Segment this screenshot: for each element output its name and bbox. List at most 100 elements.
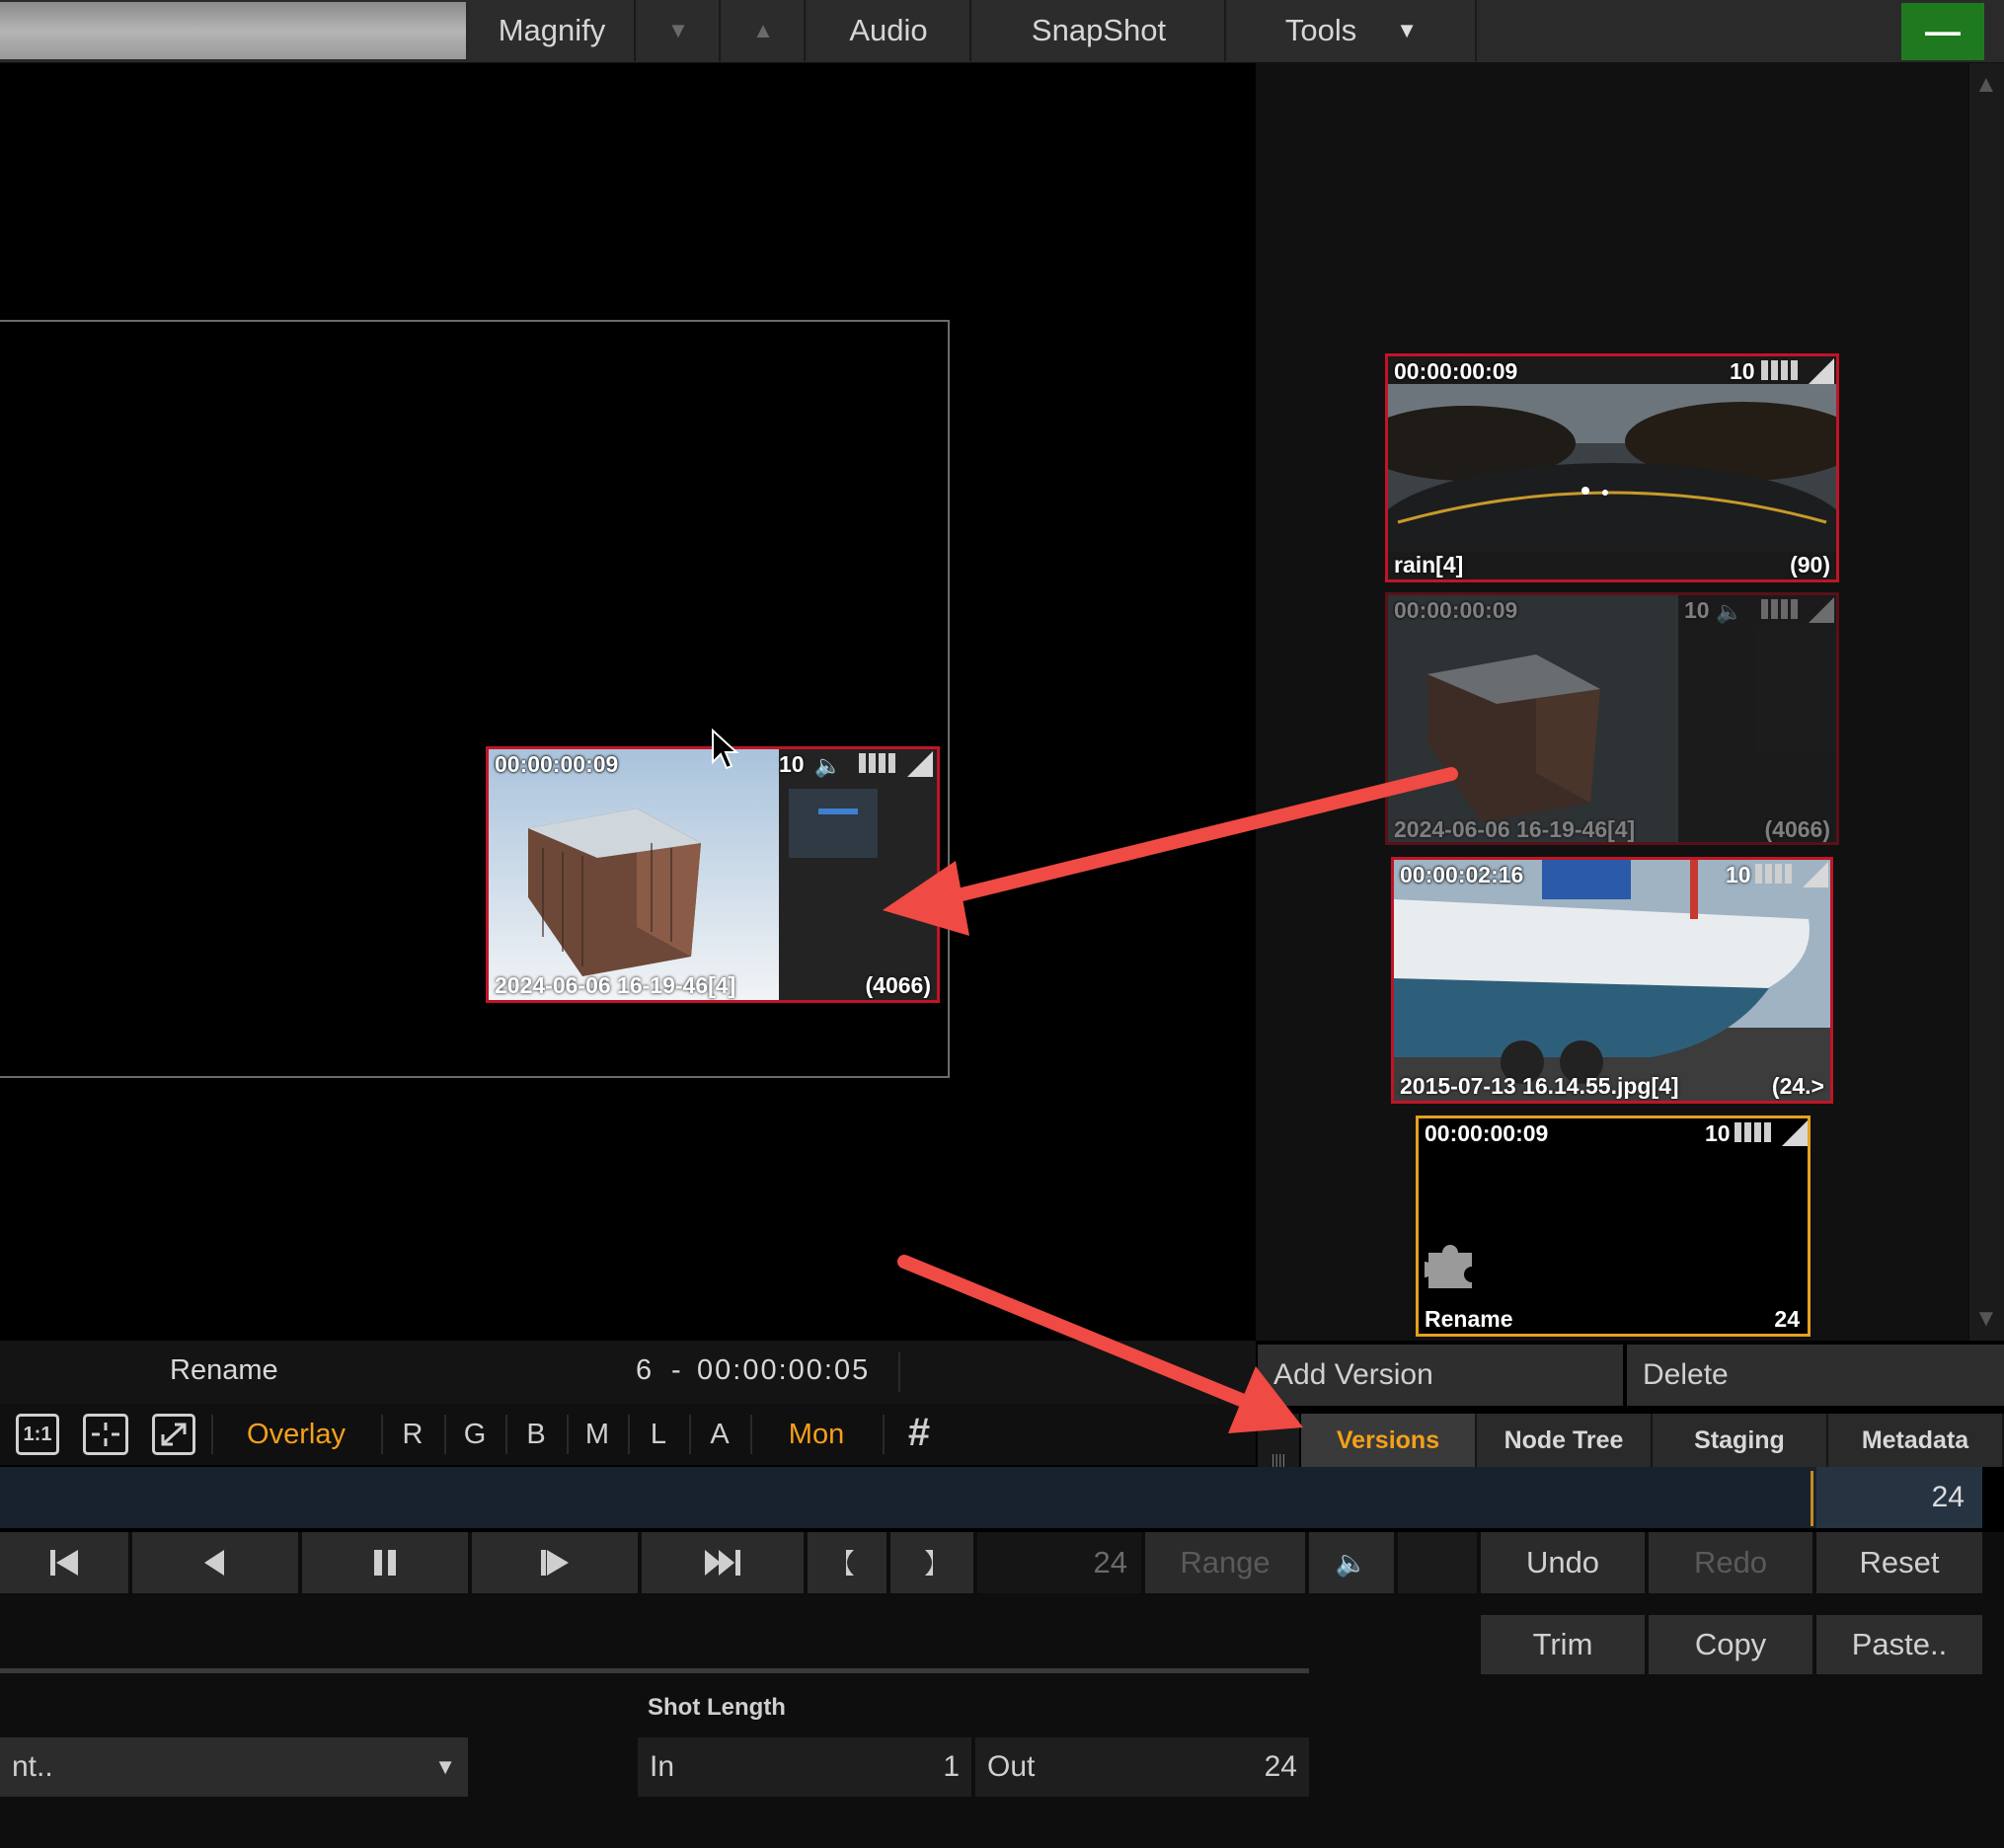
divider [505, 1415, 507, 1454]
audio-button[interactable]: Audio [808, 0, 971, 61]
tab-label: Staging [1694, 1425, 1785, 1454]
channel-g-button[interactable]: G [455, 1412, 495, 1457]
paste-button[interactable]: Paste.. [1816, 1615, 1982, 1674]
step-back-button[interactable] [132, 1532, 298, 1593]
tools-menu-button[interactable]: Tools ▼ [1228, 0, 1477, 61]
version-card[interactable]: 00:00:00:09 10 rain[4] (90) [1385, 353, 1839, 582]
up-arrow-icon: ▲ [752, 18, 774, 42]
skip-end-icon [705, 1550, 740, 1576]
timeline-bar[interactable] [0, 1467, 1816, 1528]
delete-button[interactable]: Delete [1627, 1345, 2004, 1406]
version-card[interactable]: 00:00:02:16 10 2015-07-13 16.14.55.jpg[4… [1391, 857, 1833, 1104]
channel-label: L [650, 1418, 667, 1450]
overlay-toggle[interactable]: Overlay [237, 1412, 355, 1457]
channel-m-button[interactable]: M [578, 1412, 617, 1457]
drag-handle-icon[interactable]: |||| [1258, 1414, 1299, 1467]
go-to-start-button[interactable] [0, 1532, 128, 1593]
add-version-button[interactable]: Add Version [1258, 1345, 1623, 1406]
snapshot-button[interactable]: SnapShot [973, 0, 1226, 61]
undo-button[interactable]: Undo [1481, 1532, 1645, 1593]
divider [628, 1415, 630, 1454]
corner-flag-icon [1803, 862, 1828, 887]
range-button[interactable]: Range [1145, 1532, 1305, 1593]
playhead[interactable] [1811, 1471, 1813, 1526]
scroll-up-button[interactable]: ▲ [723, 0, 806, 61]
trim-label: Trim [1532, 1627, 1593, 1661]
copy-label: Copy [1694, 1627, 1767, 1661]
tab-versions[interactable]: Versions [1301, 1414, 1477, 1467]
in-label: In [650, 1750, 675, 1783]
ui-screenshot-image [1678, 595, 1836, 842]
fullscreen-icon[interactable] [152, 1414, 195, 1455]
scroll-up-icon[interactable]: ▲ [1974, 71, 1998, 99]
scroll-down-icon[interactable]: ▼ [1974, 1305, 1998, 1333]
dragged-clip-thumbnail[interactable]: 00:00:00:09 10 🔈 2024-06-06 16-19-46[4] … [486, 746, 940, 1003]
out-field[interactable]: Out 24 [975, 1737, 1309, 1797]
minimize-button[interactable]: — [1901, 3, 1984, 60]
clip-count: (4066) [865, 972, 931, 998]
version-card[interactable]: 00:00:00:09 10 🔈 2024-06-06 16-19-46[4] … [1385, 592, 1839, 845]
audio-mute-button[interactable]: 🔈 [1309, 1532, 1394, 1593]
version-count: 24 [1774, 1306, 1800, 1332]
mark-out-button[interactable] [890, 1532, 973, 1593]
version-timecode: 00:00:00:09 [1425, 1120, 1549, 1146]
version-count: (4066) [1764, 816, 1830, 842]
divider [567, 1415, 569, 1454]
shot-number: 6 [636, 1354, 653, 1386]
pause-button[interactable] [302, 1532, 468, 1593]
snapshot-label: SnapShot [1031, 13, 1167, 47]
mark-in-button[interactable] [808, 1532, 886, 1593]
out-label: Out [987, 1750, 1036, 1783]
version-count: (90) [1790, 552, 1830, 578]
go-to-end-button[interactable] [642, 1532, 804, 1593]
panel-scrollbar[interactable] [1968, 63, 2004, 1341]
redo-button[interactable]: Redo [1649, 1532, 1812, 1593]
monitor-toggle[interactable]: Mon [770, 1412, 863, 1457]
grid-symbol: # [907, 1410, 931, 1454]
tab-label: Node Tree [1503, 1425, 1624, 1454]
trim-button[interactable]: Trim [1481, 1615, 1645, 1674]
building-image [489, 749, 779, 1000]
fit-frame-icon[interactable] [83, 1414, 128, 1455]
mouse-cursor-icon [712, 729, 739, 770]
corner-flag-icon [1809, 597, 1834, 623]
pause-icon [374, 1550, 396, 1576]
channel-r-button[interactable]: R [393, 1412, 432, 1457]
step-forward-button[interactable] [472, 1532, 638, 1593]
version-ten: 10 [1726, 862, 1751, 887]
tab-node-tree[interactable]: Node Tree [1477, 1414, 1653, 1467]
magnify-button[interactable]: Magnify [470, 0, 636, 61]
reset-button[interactable]: Reset [1816, 1532, 1982, 1593]
one-to-one-button[interactable]: 1:1 [16, 1414, 59, 1455]
corner-flag-icon [1782, 1120, 1808, 1146]
in-field[interactable]: In 1 [638, 1737, 971, 1797]
one-to-one-label: 1:1 [23, 1423, 52, 1445]
tab-metadata[interactable]: Metadata [1828, 1414, 2004, 1467]
level-bars-icon [1734, 1122, 1771, 1142]
version-count: (24.> [1771, 1073, 1824, 1099]
puzzle-piece-icon [1425, 1245, 1472, 1288]
redo-label: Redo [1693, 1545, 1768, 1579]
channel-a-button[interactable]: A [700, 1412, 739, 1457]
undo-label: Undo [1525, 1545, 1600, 1579]
paste-label: Paste.. [1851, 1627, 1948, 1661]
channel-l-button[interactable]: L [639, 1412, 678, 1457]
scroll-down-button[interactable]: ▼ [638, 0, 721, 61]
version-card-selected[interactable]: 00:00:00:09 10 Rename 24 [1416, 1116, 1811, 1337]
frame-field[interactable]: 24 [977, 1532, 1141, 1593]
tab-staging[interactable]: Staging [1653, 1414, 1828, 1467]
divider [444, 1415, 446, 1454]
clip-timecode: 00:00:00:09 [495, 751, 619, 777]
channel-b-button[interactable]: B [516, 1412, 556, 1457]
preset-dropdown[interactable]: nt.. ▼ [0, 1737, 468, 1797]
title-field[interactable] [0, 2, 466, 59]
range-label: Range [1180, 1545, 1271, 1579]
copy-button[interactable]: Copy [1649, 1615, 1812, 1674]
level-bars-icon [859, 753, 895, 773]
grid-icon[interactable]: # [894, 1408, 944, 1457]
play-reverse-icon [204, 1550, 224, 1576]
chevron-down-icon: ▼ [1396, 18, 1419, 42]
bracket-in-icon [846, 1550, 854, 1576]
building-image [1388, 595, 1678, 842]
version-name: rain[4] [1394, 552, 1464, 578]
